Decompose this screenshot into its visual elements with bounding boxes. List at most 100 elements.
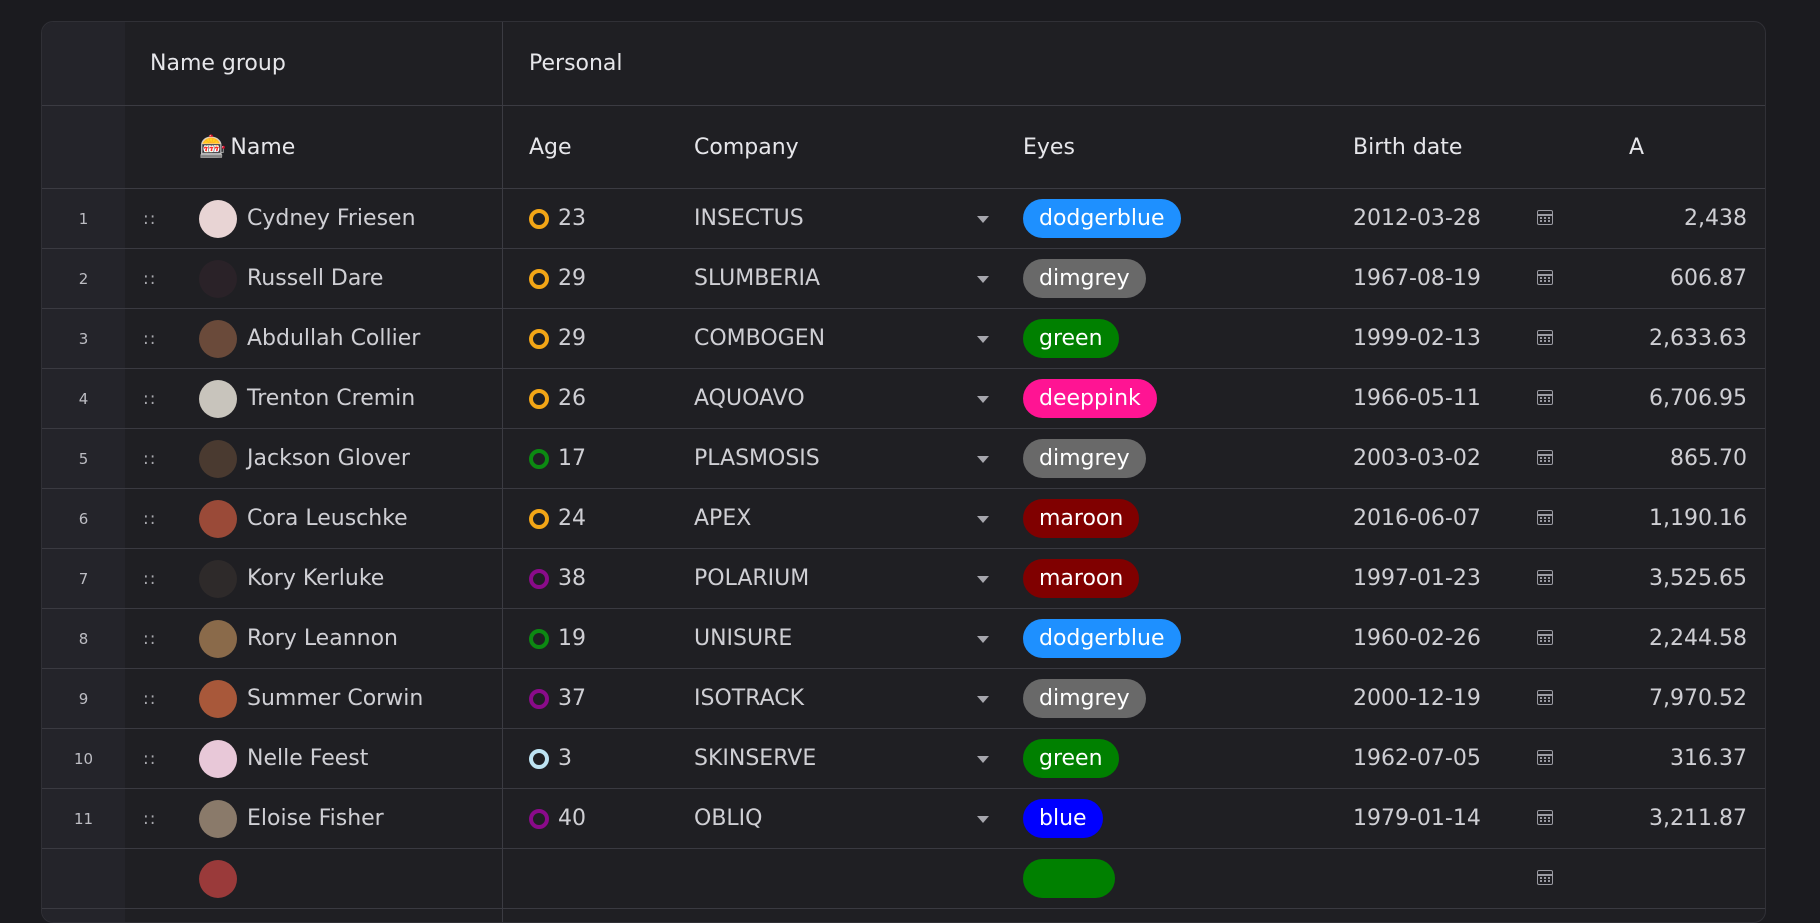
eyes-cell[interactable]: green	[1023, 729, 1119, 788]
drag-handle-icon[interactable]: ::	[143, 249, 156, 308]
amount-cell[interactable]: 2,244.58	[1602, 609, 1747, 668]
birth-date-cell[interactable]: 2000-12-19	[1353, 669, 1481, 728]
company-cell[interactable]: APEX	[694, 489, 994, 548]
drag-handle-icon[interactable]: ::	[143, 789, 156, 848]
company-cell[interactable]: COMBOGEN	[694, 309, 994, 368]
table-row[interactable]: 7:: Kory Kerluke 38 POLARIUM maroon 1997-01-2…	[42, 549, 1765, 609]
column-header-amount[interactable]: A	[1629, 106, 1644, 188]
dropdown-caret-icon[interactable]	[977, 456, 989, 463]
age-cell[interactable]: 23	[529, 189, 586, 248]
name-cell[interactable]: Jackson Glover	[199, 429, 410, 488]
calendar-icon[interactable]	[1537, 210, 1553, 225]
drag-handle-icon[interactable]: ::	[143, 489, 156, 548]
company-cell[interactable]: SLUMBERIA	[694, 249, 994, 308]
birth-date-cell[interactable]: 1967-08-19	[1353, 249, 1481, 308]
company-cell[interactable]: POLARIUM	[694, 549, 994, 608]
age-cell[interactable]: 3	[529, 729, 572, 788]
name-cell[interactable]: Trenton Cremin	[199, 369, 415, 428]
calendar-icon[interactable]	[1537, 330, 1553, 345]
table-row[interactable]: 6:: Cora Leuschke 24 APEX maroon 2016-06-07 1,…	[42, 489, 1765, 549]
name-cell[interactable]: Eloise Fisher	[199, 789, 384, 848]
age-cell[interactable]: 37	[529, 669, 586, 728]
birth-date-cell[interactable]: 1966-05-11	[1353, 369, 1481, 428]
column-header-birth-date[interactable]: Birth date	[1353, 106, 1462, 188]
amount-cell[interactable]	[1602, 849, 1747, 908]
age-cell[interactable]: 40	[529, 789, 586, 848]
company-cell[interactable]: OBLIQ	[694, 789, 994, 848]
age-cell[interactable]: 29	[529, 309, 586, 368]
age-cell[interactable]: 38	[529, 549, 586, 608]
company-cell[interactable]	[694, 849, 994, 908]
birth-date-cell[interactable]: 1962-07-05	[1353, 729, 1481, 788]
drag-handle-icon[interactable]: ::	[143, 609, 156, 668]
eyes-cell[interactable]: dimgrey	[1023, 429, 1146, 488]
company-cell[interactable]: ISOTRACK	[694, 669, 994, 728]
age-cell[interactable]: 29	[529, 249, 586, 308]
drag-handle-icon[interactable]: ::	[143, 549, 156, 608]
calendar-icon[interactable]	[1537, 270, 1553, 285]
age-cell[interactable]: 24	[529, 489, 586, 548]
company-cell[interactable]: INSECTUS	[694, 189, 994, 248]
amount-cell[interactable]: 606.87	[1602, 249, 1747, 308]
table-row[interactable]: 5:: Jackson Glover 17 PLASMOSIS dimgrey 2003-…	[42, 429, 1765, 489]
eyes-cell[interactable]: maroon	[1023, 549, 1140, 608]
calendar-icon[interactable]	[1537, 450, 1553, 465]
company-cell[interactable]: PLASMOSIS	[694, 429, 994, 488]
group-header-personal[interactable]: Personal	[529, 22, 623, 105]
name-cell[interactable]: Abdullah Collier	[199, 309, 420, 368]
calendar-icon[interactable]	[1537, 870, 1553, 885]
dropdown-caret-icon[interactable]	[977, 516, 989, 523]
age-cell[interactable]: 17	[529, 429, 586, 488]
calendar-icon[interactable]	[1537, 750, 1553, 765]
name-cell[interactable]: Kory Kerluke	[199, 549, 384, 608]
table-row[interactable]	[42, 849, 1765, 909]
age-cell[interactable]: 19	[529, 609, 586, 668]
calendar-icon[interactable]	[1537, 810, 1553, 825]
name-cell[interactable]: Cora Leuschke	[199, 489, 408, 548]
dropdown-caret-icon[interactable]	[977, 276, 989, 283]
drag-handle-icon[interactable]: ::	[143, 309, 156, 368]
amount-cell[interactable]: 1,190.16	[1602, 489, 1747, 548]
column-header-eyes[interactable]: Eyes	[1023, 106, 1075, 188]
amount-cell[interactable]: 316.37	[1602, 729, 1747, 788]
dropdown-caret-icon[interactable]	[977, 396, 989, 403]
amount-cell[interactable]: 3,525.65	[1602, 549, 1747, 608]
calendar-icon[interactable]	[1537, 390, 1553, 405]
table-row[interactable]: 11:: Eloise Fisher 40 OBLIQ blue 1979-01-14 3,…	[42, 789, 1765, 849]
calendar-icon[interactable]	[1537, 510, 1553, 525]
amount-cell[interactable]: 6,706.95	[1602, 369, 1747, 428]
drag-handle-icon[interactable]: ::	[143, 729, 156, 788]
dropdown-caret-icon[interactable]	[977, 216, 989, 223]
company-cell[interactable]: SKINSERVE	[694, 729, 994, 788]
name-cell[interactable]	[199, 849, 247, 908]
calendar-icon[interactable]	[1537, 690, 1553, 705]
table-row[interactable]: 10:: Nelle Feest 3 SKINSERVE green 1962-07-05…	[42, 729, 1765, 789]
birth-date-cell[interactable]: 1960-02-26	[1353, 609, 1481, 668]
birth-date-cell[interactable]: 1999-02-13	[1353, 309, 1481, 368]
table-row[interactable]: 2:: Russell Dare 29 SLUMBERIA dimgrey 1967-08…	[42, 249, 1765, 309]
table-row[interactable]: 8:: Rory Leannon 19 UNISURE dodgerblue 1960-0…	[42, 609, 1765, 669]
name-cell[interactable]: Russell Dare	[199, 249, 383, 308]
column-header-company[interactable]: Company	[694, 106, 799, 188]
column-header-age[interactable]: Age	[529, 106, 572, 188]
calendar-icon[interactable]	[1537, 570, 1553, 585]
eyes-cell[interactable]: dodgerblue	[1023, 609, 1181, 668]
amount-cell[interactable]: 865.70	[1602, 429, 1747, 488]
birth-date-cell[interactable]: 2016-06-07	[1353, 489, 1481, 548]
name-cell[interactable]: Rory Leannon	[199, 609, 398, 668]
birth-date-cell[interactable]: 2012-03-28	[1353, 189, 1481, 248]
eyes-cell[interactable]: blue	[1023, 789, 1103, 848]
amount-cell[interactable]: 2,633.63	[1602, 309, 1747, 368]
amount-cell[interactable]: 2,438	[1602, 189, 1747, 248]
eyes-cell[interactable]: dodgerblue	[1023, 189, 1181, 248]
table-row[interactable]: 9:: Summer Corwin 37 ISOTRACK dimgrey 2000-12…	[42, 669, 1765, 729]
column-header-name[interactable]: 🎰 Name	[199, 106, 295, 188]
dropdown-caret-icon[interactable]	[977, 696, 989, 703]
drag-handle-icon[interactable]: ::	[143, 189, 156, 248]
age-cell[interactable]: 26	[529, 369, 586, 428]
name-cell[interactable]: Summer Corwin	[199, 669, 423, 728]
dropdown-caret-icon[interactable]	[977, 336, 989, 343]
dropdown-caret-icon[interactable]	[977, 636, 989, 643]
table-row[interactable]: 3:: Abdullah Collier 29 COMBOGEN green 1999-0…	[42, 309, 1765, 369]
company-cell[interactable]: UNISURE	[694, 609, 994, 668]
